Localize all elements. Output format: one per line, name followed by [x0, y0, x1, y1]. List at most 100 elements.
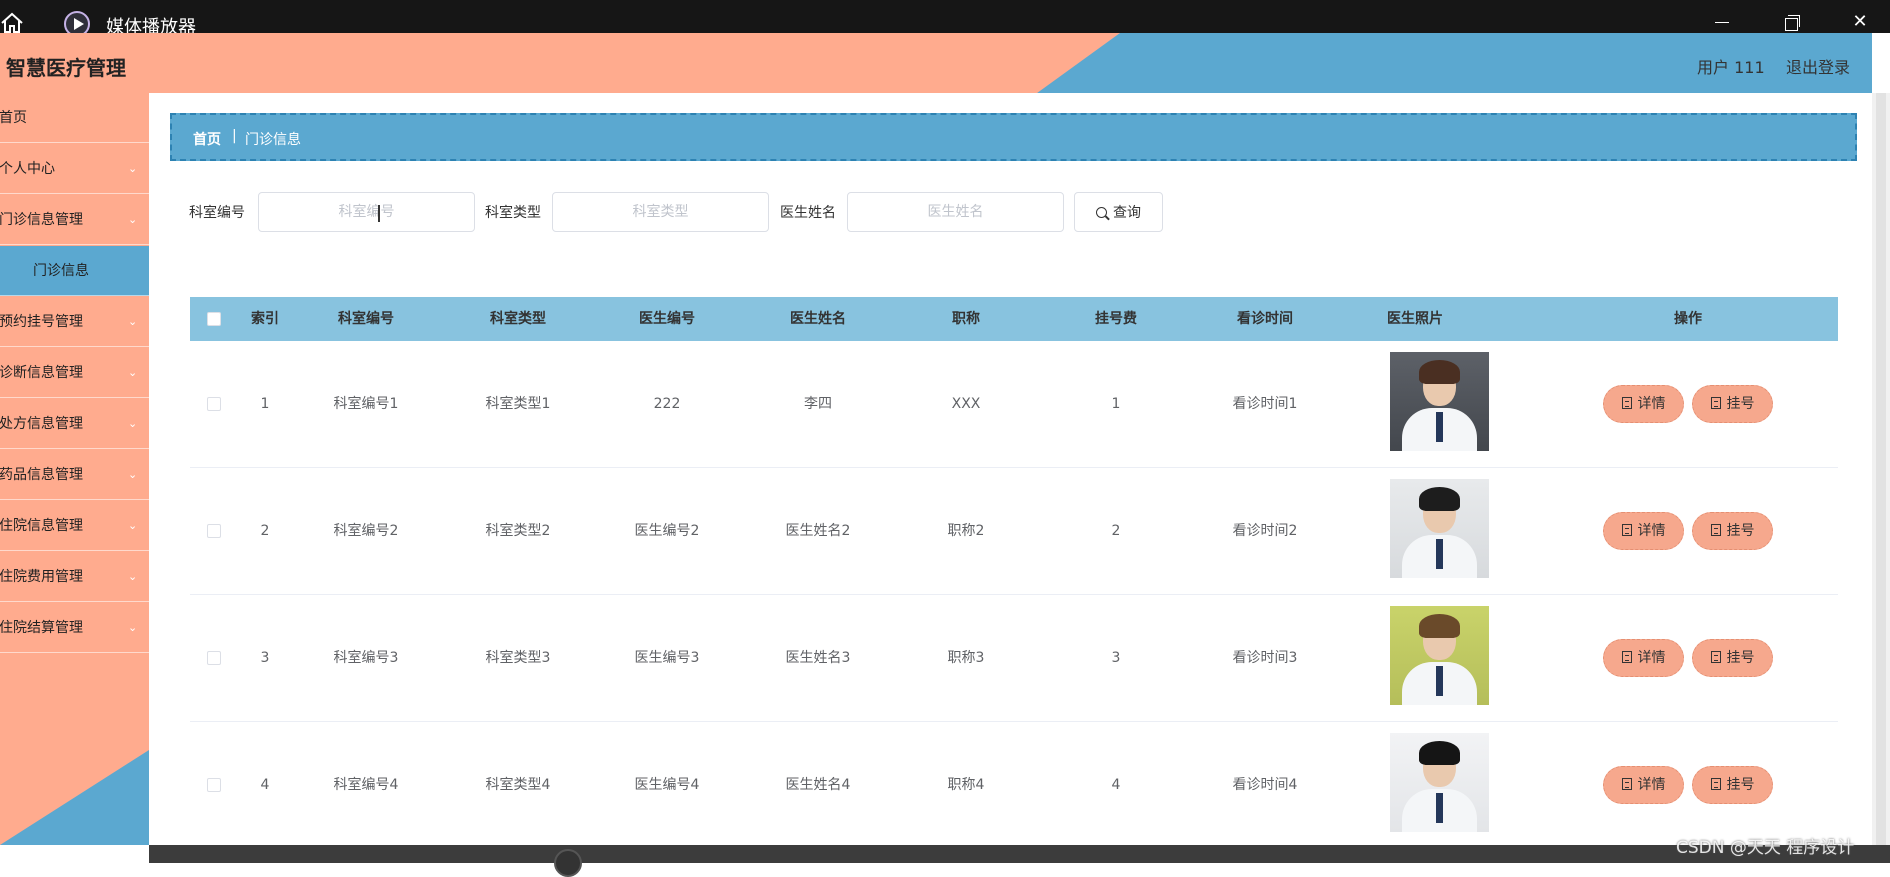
sidebar-item-0[interactable]: 首页 [0, 93, 149, 143]
current-user-label: 用户 111 [1697, 58, 1765, 77]
sidebar-item-label: 住院结算管理 [0, 620, 83, 636]
document-icon [1710, 778, 1721, 790]
row-checkbox[interactable] [207, 397, 221, 411]
column-header-photo: 医生照片 [1387, 311, 1443, 327]
sidebar-item-2[interactable]: 门诊信息管理 ⌄ [0, 195, 149, 245]
sidebar-item-3[interactable]: 门诊信息 [0, 246, 149, 296]
detail-button[interactable]: 详情 [1603, 512, 1684, 550]
sidebar-item-7[interactable]: 药品信息管理 ⌄ [0, 450, 149, 500]
sidebar-item-label: 首页 [0, 110, 27, 126]
register-button-label: 挂号 [1726, 396, 1755, 412]
detail-button[interactable]: 详情 [1603, 766, 1684, 804]
cell-fee: 3 [1111, 650, 1121, 666]
chevron-down-icon: ⌄ [128, 519, 138, 532]
sidebar-item-5[interactable]: 诊断信息管理 ⌄ [0, 348, 149, 398]
register-button-label: 挂号 [1726, 777, 1755, 793]
cell-dept-no: 科室编号1 [333, 396, 399, 412]
detail-button[interactable]: 详情 [1603, 639, 1684, 677]
scrollbar-thumb[interactable] [1876, 93, 1886, 845]
chevron-down-icon: ⌄ [128, 315, 138, 328]
search-icon [1096, 207, 1107, 218]
table-header: 索引 科室编号 科室类型 医生编号 医生姓名 职称 挂号费 看诊时间 医生照片 操作 [190, 297, 1838, 341]
select-all-checkbox[interactable] [207, 312, 221, 326]
doctor-name-input[interactable] [847, 192, 1064, 232]
sidebar-item-label: 诊断信息管理 [0, 365, 83, 381]
register-button[interactable]: 挂号 [1692, 639, 1773, 677]
column-header-dept-no: 科室编号 [338, 311, 394, 327]
vertical-scrollbar[interactable] [1872, 93, 1890, 845]
document-icon [1621, 397, 1632, 409]
document-icon [1621, 651, 1632, 663]
media-player-titlebar: 媒体播放器 ✕ [0, 0, 1890, 38]
search-button[interactable]: 查询 [1074, 192, 1163, 232]
player-control-strip [149, 845, 1890, 877]
breadcrumb: 首页 | 门诊信息 [170, 113, 1857, 161]
detail-button-label: 详情 [1637, 396, 1666, 412]
column-header-index: 索引 [251, 311, 279, 327]
detail-button[interactable]: 详情 [1603, 385, 1684, 423]
app-logo-text: 智慧医疗管理 [6, 56, 126, 80]
chevron-down-icon: ⌄ [128, 213, 138, 226]
cell-dept-type: 科室类型1 [485, 396, 551, 412]
cell-dept-no: 科室编号2 [333, 523, 399, 539]
chevron-down-icon: ⌄ [128, 162, 138, 175]
cell-title: 职称4 [947, 777, 985, 793]
cell-title: 职称3 [947, 650, 985, 666]
register-button[interactable]: 挂号 [1692, 766, 1773, 804]
cell-doctor-name: 医生姓名4 [785, 777, 851, 793]
close-button[interactable]: ✕ [1848, 10, 1872, 34]
sidebar-item-4[interactable]: 预约挂号管理 ⌄ [0, 297, 149, 347]
cell-fee: 4 [1111, 777, 1121, 793]
column-header-title: 职称 [952, 311, 980, 327]
cell-time: 看诊时间2 [1232, 523, 1298, 539]
sidebar-item-1[interactable]: 个人中心 ⌄ [0, 144, 149, 194]
row-checkbox[interactable] [207, 651, 221, 665]
watermark: CSDN @天天 程序设计 [1676, 838, 1855, 858]
sidebar-item-8[interactable]: 住院信息管理 ⌄ [0, 501, 149, 551]
cell-time: 看诊时间3 [1232, 650, 1298, 666]
cell-dept-type: 科室类型4 [485, 777, 551, 793]
row-checkbox[interactable] [207, 778, 221, 792]
document-icon [1710, 397, 1721, 409]
sidebar-item-6[interactable]: 处方信息管理 ⌄ [0, 399, 149, 449]
cell-doctor-no: 医生编号2 [634, 523, 700, 539]
row-checkbox[interactable] [207, 524, 221, 538]
minimize-button[interactable] [1709, 10, 1733, 34]
detail-button-label: 详情 [1637, 650, 1666, 666]
column-header-doctor-name: 医生姓名 [790, 311, 846, 327]
register-button[interactable]: 挂号 [1692, 385, 1773, 423]
breadcrumb-current: 门诊信息 [245, 132, 301, 148]
detail-button-label: 详情 [1637, 777, 1666, 793]
header-peach-panel [0, 33, 1120, 93]
cell-dept-no: 科室编号4 [333, 777, 399, 793]
document-icon [1710, 524, 1721, 536]
cell-index: 1 [260, 396, 270, 412]
register-button-label: 挂号 [1726, 650, 1755, 666]
sidebar-item-label: 门诊信息 [33, 263, 89, 279]
register-button[interactable]: 挂号 [1692, 512, 1773, 550]
sidebar-item-label: 药品信息管理 [0, 467, 83, 483]
doctor-photo [1390, 479, 1489, 578]
sidebar-item-label: 处方信息管理 [0, 416, 83, 432]
logout-link[interactable]: 退出登录 [1786, 54, 1850, 78]
dept-type-input[interactable] [552, 192, 769, 232]
cell-doctor-no: 222 [653, 396, 681, 412]
dept-type-label: 科室类型 [485, 205, 541, 221]
header-scroll-gap [1872, 33, 1890, 93]
cell-doctor-no: 医生编号4 [634, 777, 700, 793]
doctor-photo [1390, 352, 1489, 451]
restore-button[interactable] [1778, 10, 1802, 34]
sidebar-item-10[interactable]: 住院结算管理 ⌄ [0, 603, 149, 653]
search-button-label: 查询 [1113, 204, 1141, 220]
sidebar-item-9[interactable]: 住院费用管理 ⌄ [0, 552, 149, 602]
breadcrumb-home[interactable]: 首页 [193, 129, 221, 149]
player-knob-icon[interactable] [554, 849, 582, 877]
home-icon[interactable] [0, 11, 24, 35]
column-header-doctor-no: 医生编号 [639, 311, 695, 327]
dept-no-input[interactable] [258, 192, 475, 232]
cell-doctor-name: 李四 [804, 396, 832, 412]
doctor-name-label: 医生姓名 [780, 205, 836, 221]
column-header-time: 看诊时间 [1237, 311, 1293, 327]
cell-index: 3 [260, 650, 270, 666]
sidebar-item-label: 住院信息管理 [0, 518, 83, 534]
